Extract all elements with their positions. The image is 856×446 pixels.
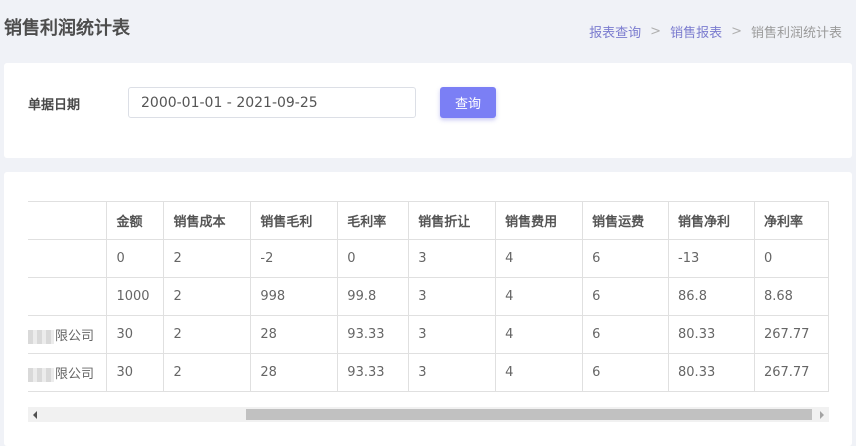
column-header-gross-margin[interactable]: 毛利率 xyxy=(337,201,410,240)
column-header-net-margin[interactable]: 净利率 xyxy=(753,201,829,240)
cell: 3 xyxy=(408,353,497,392)
cell: 267.77 xyxy=(753,315,829,354)
cell: 30 xyxy=(106,315,165,354)
cell: 2 xyxy=(163,315,252,354)
cell: 4 xyxy=(495,353,584,392)
column-header-gross-profit[interactable]: 销售毛利 xyxy=(250,201,339,240)
cell: 6 xyxy=(582,315,670,354)
cell: 28 xyxy=(250,353,339,392)
column-header-discount[interactable]: 销售折让 xyxy=(408,201,497,240)
cell: 80.33 xyxy=(668,353,755,392)
cell: 267.77 xyxy=(753,353,829,392)
horizontal-scrollbar[interactable] xyxy=(28,407,829,422)
column-header-amount[interactable]: 金额 xyxy=(106,201,165,240)
table-row: 限公司 30 2 28 93.33 3 4 6 80.33 267.77 xyxy=(28,315,829,354)
profit-table: 金额 销售成本 销售毛利 毛利率 销售折让 销售费用 销售运费 销售净利 净利率… xyxy=(28,201,829,392)
column-header-freight[interactable]: 销售运费 xyxy=(582,201,670,240)
cell: 6 xyxy=(582,239,670,278)
cell: 30 xyxy=(106,353,165,392)
scroll-right-arrow-icon[interactable] xyxy=(820,411,824,419)
cell: 93.33 xyxy=(337,353,410,392)
cell: 80.33 xyxy=(668,315,755,354)
table-row: 1000 2 998 99.8 3 4 6 86.8 8.68 xyxy=(28,277,829,316)
cell: 99.8 xyxy=(337,277,410,316)
filter-card: 单据日期 查询 xyxy=(4,63,852,158)
cell: 8.68 xyxy=(753,277,829,316)
row-name-cell: 限公司 xyxy=(28,353,108,392)
row-name xyxy=(28,277,108,316)
redacted-text xyxy=(28,329,54,344)
page-title: 销售利润统计表 xyxy=(4,18,130,39)
cell: 4 xyxy=(495,277,584,316)
cell: 6 xyxy=(582,353,670,392)
cell: 0 xyxy=(753,239,829,278)
table-card: 金额 销售成本 销售毛利 毛利率 销售折让 销售费用 销售运费 销售净利 净利率… xyxy=(4,172,852,446)
column-header-sales-expense[interactable]: 销售费用 xyxy=(495,201,584,240)
cell: -13 xyxy=(668,239,755,278)
document-date-label: 单据日期 xyxy=(28,98,81,113)
cell: 93.33 xyxy=(337,315,410,354)
breadcrumb-report-query[interactable]: 报表查询 xyxy=(589,22,641,41)
table-container: 金额 销售成本 销售毛利 毛利率 销售折让 销售费用 销售运费 销售净利 净利率… xyxy=(28,201,829,422)
cell: 3 xyxy=(408,315,497,354)
row-name xyxy=(28,239,108,278)
cell: 2 xyxy=(163,353,252,392)
cell: 2 xyxy=(163,277,252,316)
row-name: 限公司 xyxy=(55,367,95,382)
scrollbar-thumb[interactable] xyxy=(246,409,812,420)
breadcrumb-current: 销售利润统计表 xyxy=(750,26,842,41)
cell: 0 xyxy=(106,239,165,278)
date-range-input[interactable] xyxy=(128,87,416,118)
table-header-row: 金额 销售成本 销售毛利 毛利率 销售折让 销售费用 销售运费 销售净利 净利率 xyxy=(28,201,829,240)
cell: 6 xyxy=(582,277,670,316)
breadcrumb-separator: > xyxy=(731,24,742,39)
breadcrumb: 报表查询 > 销售报表 > 销售利润统计表 xyxy=(589,22,842,41)
column-header-net-profit[interactable]: 销售净利 xyxy=(668,201,755,240)
cell: 998 xyxy=(250,277,339,316)
row-name-cell: 限公司 xyxy=(28,315,108,354)
cell: 2 xyxy=(163,239,252,278)
breadcrumb-sales-report[interactable]: 销售报表 xyxy=(670,22,722,41)
cell: 1000 xyxy=(106,277,165,316)
cell: 4 xyxy=(495,315,584,354)
column-header-name xyxy=(28,201,108,240)
breadcrumb-separator: > xyxy=(650,24,662,39)
scroll-left-arrow-icon[interactable] xyxy=(33,411,37,419)
query-button[interactable]: 查询 xyxy=(440,87,496,118)
cell: 3 xyxy=(408,239,497,278)
cell: -2 xyxy=(250,239,339,278)
table-row: 限公司 30 2 28 93.33 3 4 6 80.33 267.77 xyxy=(28,353,829,392)
cell: 3 xyxy=(408,277,497,316)
row-name: 限公司 xyxy=(55,329,95,344)
cell: 0 xyxy=(337,239,410,278)
redacted-text xyxy=(28,367,54,382)
cell: 28 xyxy=(250,315,339,354)
column-header-sales-cost[interactable]: 销售成本 xyxy=(163,201,252,240)
cell: 4 xyxy=(495,239,584,278)
table-row: 0 2 -2 0 3 4 6 -13 0 xyxy=(28,239,829,278)
cell: 86.8 xyxy=(668,277,755,316)
